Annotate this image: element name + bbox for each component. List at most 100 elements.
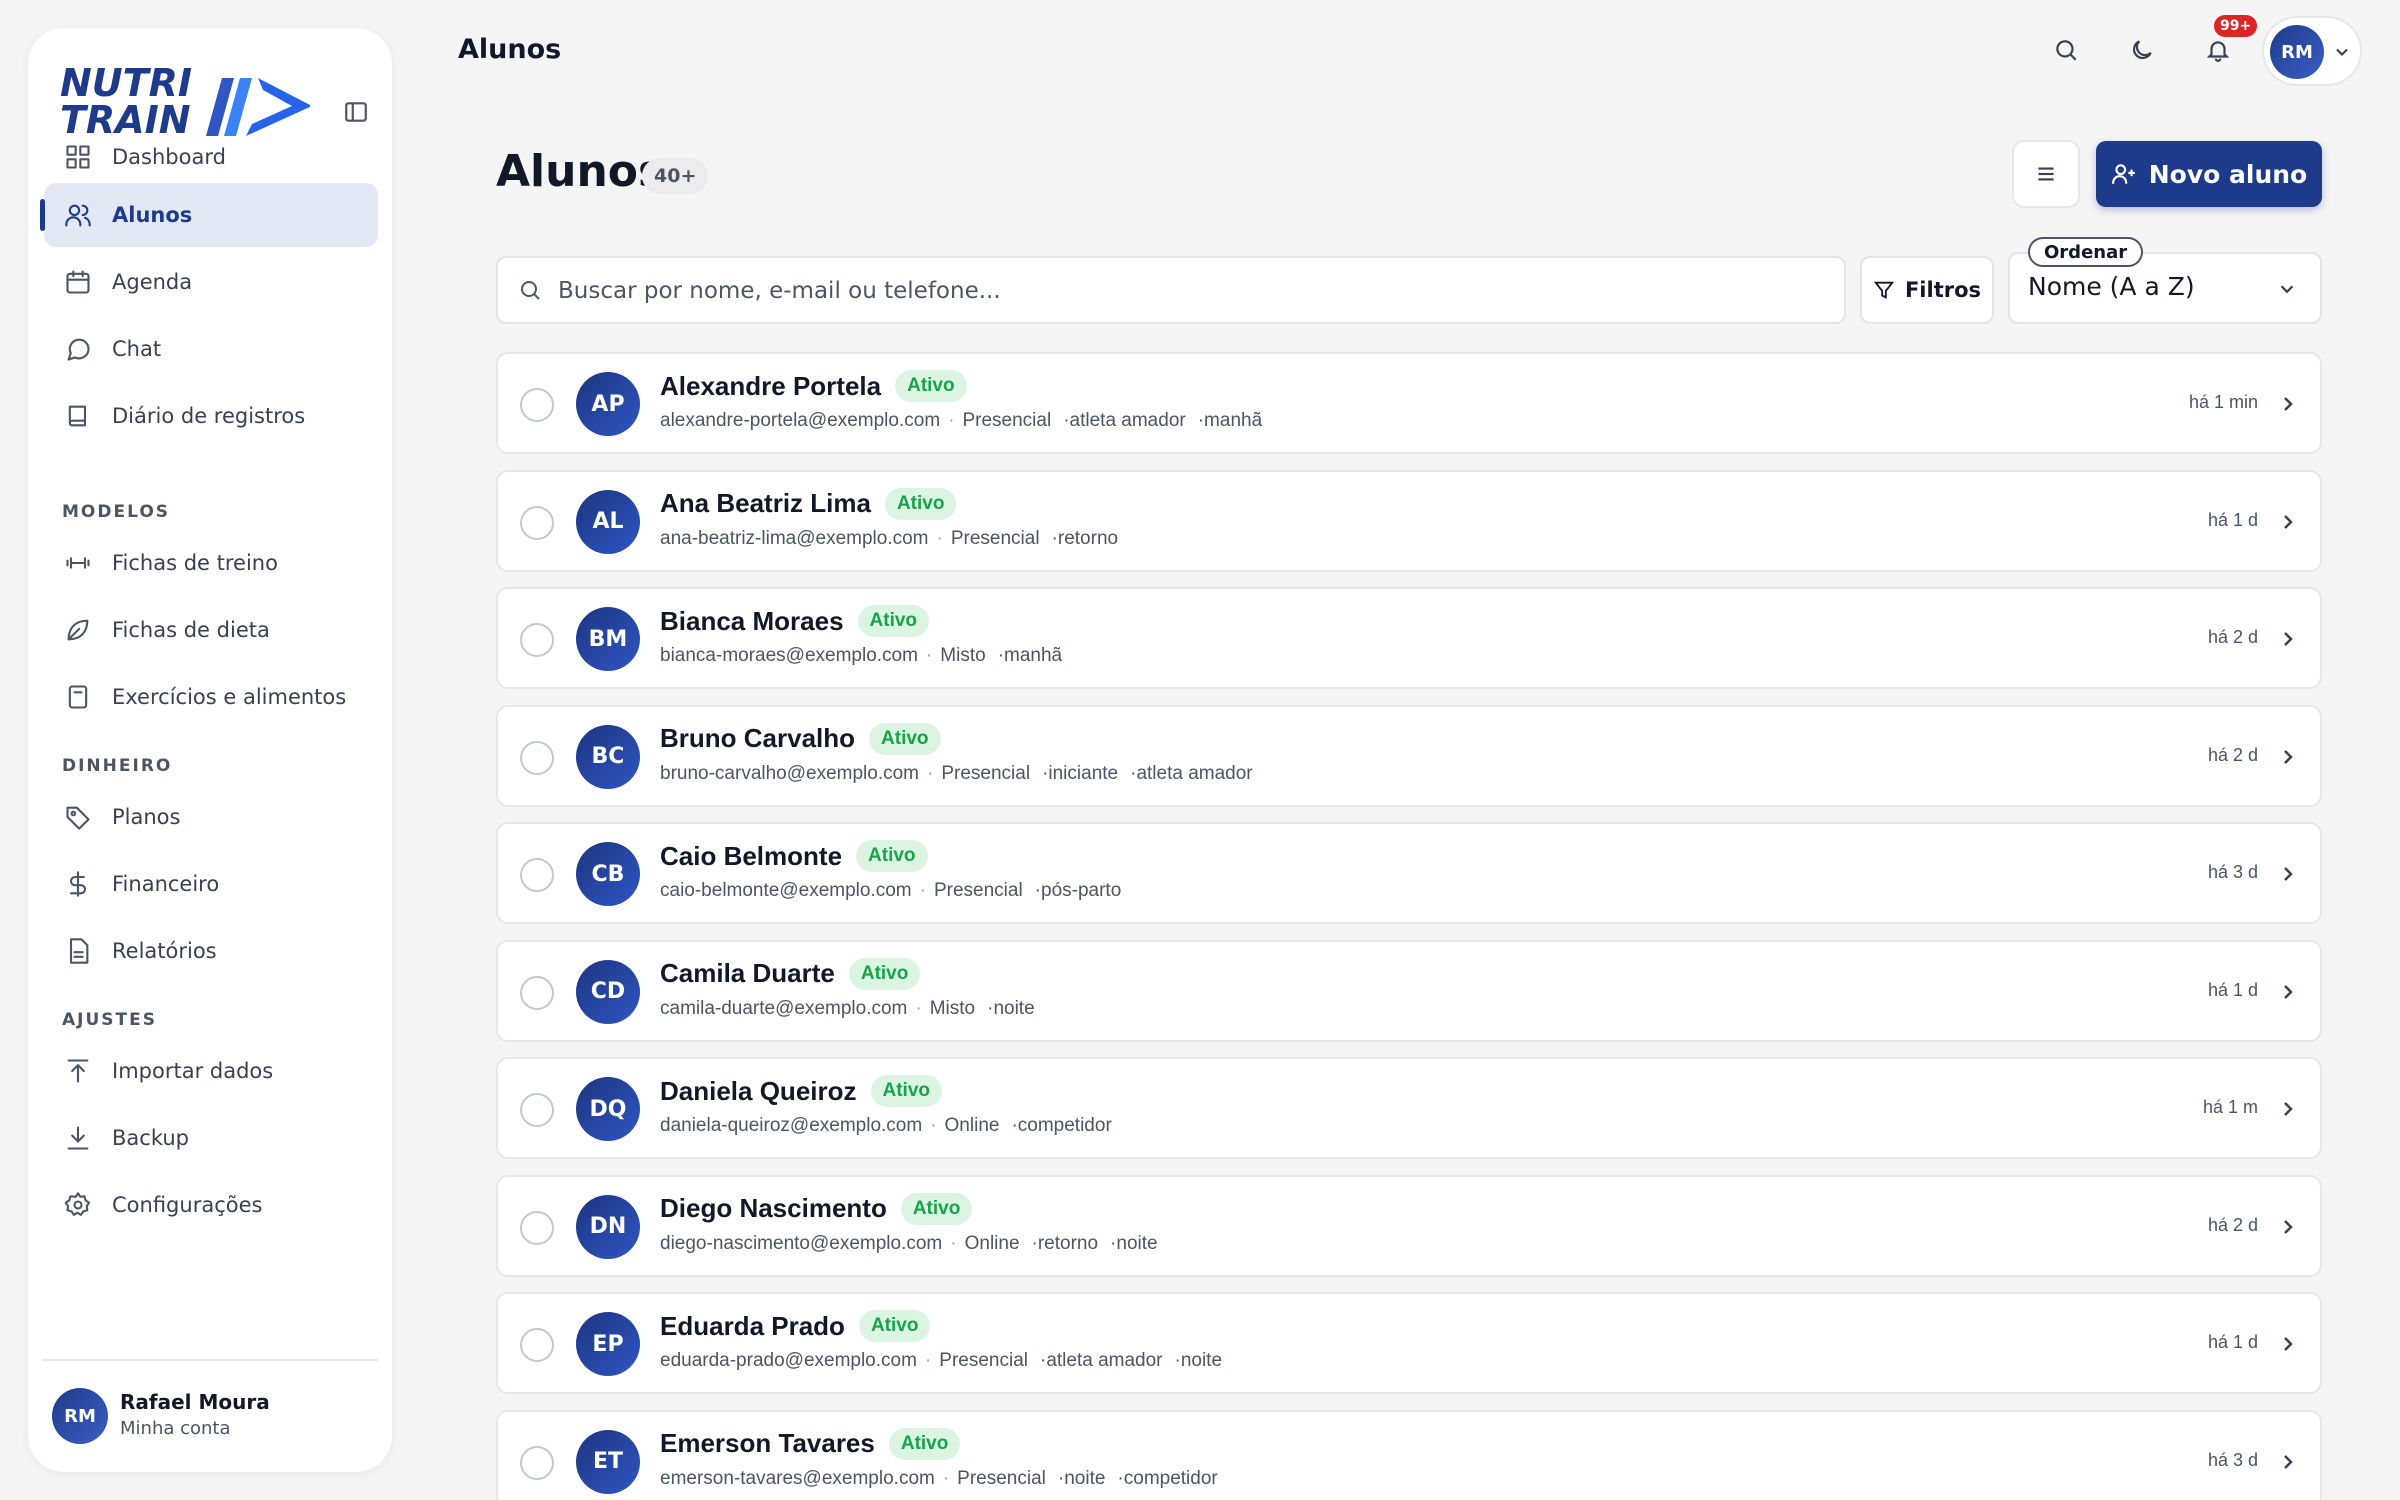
sidebar-item-fichas-de-dieta[interactable]: Fichas de dieta [44,598,378,662]
student-row[interactable]: EP Eduarda Prado Ativo eduarda-prado@exempl… [496,1292,2322,1394]
new-student-button[interactable]: Novo aluno [2096,141,2322,207]
row-select-radio[interactable] [520,1210,554,1245]
row-select-radio[interactable] [520,1445,554,1480]
sidebar-item-alunos[interactable]: Alunos [40,183,378,247]
student-email: bruno-carvalho@exemplo.com [660,762,920,784]
student-head: Emerson Tavares Ativo [660,1427,961,1460]
student-head: Alexandre Portela Ativo [660,370,967,402]
chevron-right-icon[interactable] [2276,1097,2300,1121]
users-icon [65,204,91,227]
search-input[interactable] [558,268,1828,314]
last-activity: há 2 d [2207,744,2258,765]
sidebar-item-fichas-de-treino[interactable]: Fichas de treino [44,531,378,595]
sidebar-item-importar-dados[interactable]: Importar dados [44,1039,378,1103]
student-tag: ·atleta amador [1063,410,1186,431]
student-row[interactable]: BM Bianca Moraes Ativo bianca-moraes@exempl… [496,587,2322,689]
sidebar-icon-wrap [62,141,94,173]
student-mode: Presencial [941,762,1031,784]
separator-dot: · [915,997,922,1019]
separator-dot: · [936,527,943,549]
student-row[interactable]: CB Caio Belmonte Ativo caio-belmonte@exempl… [496,822,2322,924]
chevron-down-icon [2280,285,2294,294]
student-meta: bruno-carvalho@exemplo.com · Presencial ·in… [660,763,1253,785]
student-row[interactable]: AP Alexandre Portela Ativo alexandre-portel… [496,352,2322,454]
filters-button[interactable]: Filtros [1860,256,1994,324]
sidebar-item-configuracoes[interactable]: Configurações [44,1173,378,1237]
search-icon [2056,40,2077,61]
sidebar-item-label: Chat [112,337,162,361]
student-email: diego-nascimento@exemplo.com [660,1232,943,1254]
student-row[interactable]: BC Bruno Carvalho Ativo bruno-carvalho@exem… [496,704,2322,807]
sidebar-item-backup[interactable]: Backup [44,1106,378,1170]
student-avatar: BC [576,724,640,789]
sidebar-item-financeiro[interactable]: Financeiro [44,852,378,916]
student-email: emerson-tavares@exemplo.com [660,1467,935,1489]
student-row[interactable]: ET Emerson Tavares Ativo emerson-tavares@ex… [496,1409,2322,1500]
student-tag: ·noite [987,997,1035,1019]
student-name: Bianca Moraes [660,605,844,636]
row-select-radio[interactable] [520,623,554,657]
sidebar-item-planos[interactable]: Planos [44,785,378,849]
sidebar-item-exercicios-e-alimentos[interactable]: Exercícios e alimentos [44,665,378,729]
sidebar-icon-wrap [62,868,94,900]
student-row[interactable]: DN Diego Nascimento Ativo diego-nascimento@… [496,1174,2322,1277]
sidebar-item-label: Planos [112,805,181,829]
chevron-right-icon[interactable] [2276,745,2300,769]
chevron-right-icon[interactable] [2276,1332,2300,1356]
list-options-button[interactable] [2012,140,2080,208]
search-box[interactable] [496,256,1846,324]
account-avatar[interactable]: RM [52,1388,108,1444]
download-icon [67,1126,89,1150]
last-activity: há 2 d [2207,1214,2258,1235]
sidebar-item-label: Exercícios e alimentos [112,685,347,709]
sort-select[interactable]: Ordenar Nome (A a Z) [2008,237,2322,324]
student-tag: ·atleta amador [1130,762,1253,784]
student-head: Daniela Queiroz Ativo [660,1075,942,1107]
student-row[interactable]: CD Camila Duarte Ativo camila-duarte@exempl… [496,939,2322,1042]
search-button[interactable] [2046,30,2086,70]
sidebar-item-relatorios[interactable]: Relatórios [44,919,378,983]
last-activity: há 1 min [2188,392,2258,412]
sidebar-item-dashboard[interactable]: Dashboard [44,125,378,189]
account-name[interactable]: Rafael Moura [120,1390,270,1414]
chevron-right-icon[interactable] [2276,392,2300,416]
student-meta: alexandre-portela@exemplo.com · Presencial… [660,410,1262,432]
chevron-right-icon[interactable] [2276,510,2300,534]
student-mode: Presencial [939,1350,1028,1371]
student-meta: ana-beatriz-lima@exemplo.com · Presencial ·… [660,528,1118,550]
chevron-right-icon[interactable] [2276,1450,2300,1474]
status-badge: Ativo [870,1075,942,1107]
row-select-radio[interactable] [520,975,554,1010]
chevron-right-icon[interactable] [2276,1215,2300,1239]
sidebar-item-diario-de-registros[interactable]: Diário de registros [44,384,378,448]
page-title: Alunos [496,146,665,197]
sidebar: NUTRI TRAIN Dashboard Alunos Agenda Chat Diá… [28,28,392,1472]
row-select-radio[interactable] [520,858,554,892]
student-mode: Misto [929,997,976,1019]
user-menu-button[interactable]: RM [2262,16,2362,86]
row-select-radio[interactable] [520,1328,554,1362]
chevron-right-icon[interactable] [2276,627,2300,651]
sort-value: Nome (A a Z) [2028,272,2195,301]
student-tag: ·noite [1174,1350,1223,1371]
sidebar-item-label: Diário de registros [112,404,306,428]
theme-toggle-button[interactable] [2122,30,2162,70]
sidebar-icon-wrap [62,1122,94,1154]
student-email: daniela-queiroz@exemplo.com [660,1115,923,1136]
chevron-right-icon[interactable] [2276,980,2300,1004]
student-name: Eduarda Prado [660,1310,845,1341]
chevron-right-icon[interactable] [2276,862,2300,886]
row-select-radio[interactable] [520,1093,554,1127]
sidebar-item-label: Alunos [112,203,193,227]
student-row[interactable]: DQ Daniela Queiroz Ativo daniela-queiroz@ex… [496,1057,2322,1159]
student-head: Caio Belmonte Ativo [660,840,928,872]
sidebar-item-chat[interactable]: Chat [44,317,378,381]
row-select-radio[interactable] [520,388,554,422]
sidebar-item-agenda[interactable]: Agenda [44,250,378,314]
filters-label: Filtros [1904,278,1982,302]
row-select-radio[interactable] [520,740,554,775]
row-select-radio[interactable] [520,505,554,540]
student-row[interactable]: AL Ana Beatriz Lima Ativo ana-beatriz-lima@… [496,469,2322,572]
sidebar-item-label: Agenda [112,270,193,294]
student-head: Ana Beatriz Lima Ativo [660,487,957,520]
